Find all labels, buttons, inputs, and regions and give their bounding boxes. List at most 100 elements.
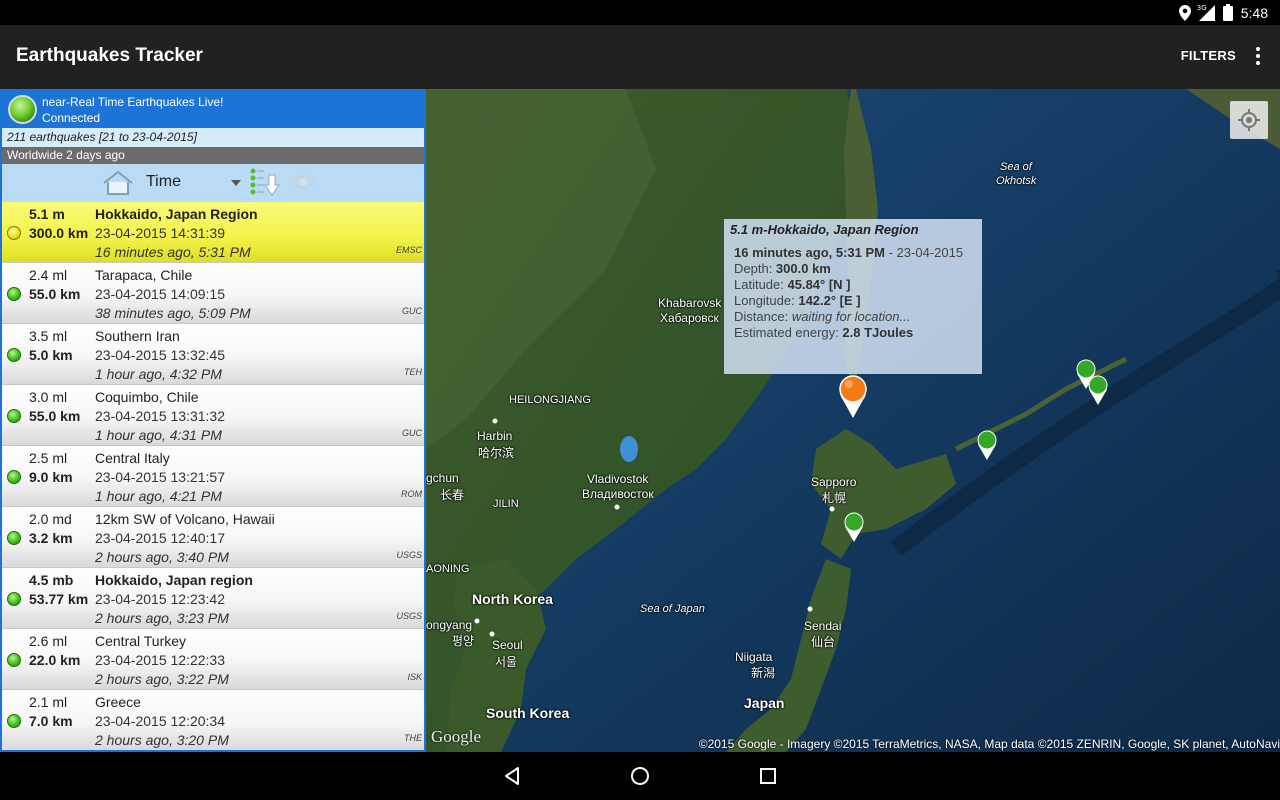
eye-icon[interactable] (288, 172, 318, 194)
recents-icon[interactable] (756, 764, 780, 788)
quake-marker[interactable] (1087, 375, 1109, 406)
my-location-button[interactable] (1230, 101, 1268, 139)
quake-datetime: 23-04-2015 12:23:42 (95, 591, 225, 607)
quake-datetime: 23-04-2015 12:22:33 (95, 652, 225, 668)
location-icon (1178, 4, 1191, 21)
dropdown-arrow-icon[interactable] (231, 180, 241, 186)
status-led-icon (7, 287, 21, 301)
quake-count: 211 earthquakes [21 to 23-04-2015] (2, 128, 424, 147)
clock: 5:48 (1240, 4, 1268, 21)
status-bar: 3G 5:48 (0, 0, 1280, 25)
quake-location: Central Turkey (95, 633, 187, 649)
quake-row[interactable]: 3.0 ml 55.0 km Coquimbo, Chile 23-04-2015 1… (2, 385, 424, 446)
earthquake-list[interactable]: 5.1 m 300.0 km Hokkaido, Japan Region 23-04… (2, 202, 424, 750)
status-led-icon (7, 409, 21, 423)
quake-time-ago: 1 hour ago, 4:32 PM (95, 366, 222, 382)
home-nav-icon[interactable] (628, 764, 652, 788)
quake-source: TEH (404, 367, 422, 377)
back-icon[interactable] (500, 764, 524, 788)
quake-source: GUC (402, 306, 422, 316)
info-title: 5.1 m-Hokkaido, Japan Region (730, 222, 919, 237)
google-logo: Google (431, 727, 482, 746)
sort-descending-icon[interactable] (248, 167, 282, 199)
info-distance: Distance: waiting for location... (734, 309, 911, 324)
sort-field-select[interactable]: Time (146, 173, 181, 191)
action-bar: Earthquakes Tracker FILTERS (0, 25, 1280, 89)
selected-status-led-icon (7, 226, 21, 240)
quake-magnitude: 4.5 mb (29, 572, 74, 588)
quake-location: Central Italy (95, 450, 170, 466)
quake-marker[interactable] (843, 512, 865, 543)
quake-datetime: 23-04-2015 13:21:57 (95, 469, 225, 485)
quake-magnitude: 2.1 ml (29, 694, 68, 710)
quake-location: Hokkaido, Japan region (95, 572, 253, 588)
quake-info-window[interactable]: 5.1 m-Hokkaido, Japan Region 16 minutes … (724, 219, 982, 374)
quake-location: Coquimbo, Chile (95, 389, 199, 405)
region-filter-text: Worldwide 2 days ago (2, 147, 424, 164)
quake-magnitude: 5.1 m (29, 206, 65, 222)
quake-time-ago: 2 hours ago, 3:20 PM (95, 732, 229, 748)
quake-depth: 55.0 km (29, 408, 81, 424)
battery-icon (1222, 4, 1233, 21)
status-led-icon (7, 653, 21, 667)
quake-location: Southern Iran (95, 328, 180, 344)
quake-depth: 5.0 km (29, 347, 73, 363)
info-energy: Estimated energy: 2.8 TJoules (734, 325, 914, 340)
quake-row[interactable]: 2.0 md 3.2 km 12km SW of Volcano, Hawaii 23… (2, 507, 424, 568)
quake-magnitude: 2.6 ml (29, 633, 68, 649)
navigation-bar (0, 752, 1280, 800)
network-type: 3G (1196, 3, 1207, 12)
quake-time-ago: 38 minutes ago, 5:09 PM (95, 305, 251, 321)
quake-magnitude: 3.0 ml (29, 389, 68, 405)
quake-row[interactable]: 5.1 m 300.0 km Hokkaido, Japan Region 23-04… (2, 202, 424, 263)
quake-depth: 3.2 km (29, 530, 73, 546)
connection-led-icon (8, 95, 37, 124)
home-icon[interactable] (102, 170, 134, 196)
quake-row[interactable]: 2.6 ml 22.0 km Central Turkey 23-04-2015 12… (2, 629, 424, 690)
quake-datetime: 23-04-2015 14:09:15 (95, 286, 225, 302)
quake-datetime: 23-04-2015 12:20:34 (95, 713, 225, 729)
info-time: 16 minutes ago, 5:31 PM - 23-04-2015 (734, 245, 964, 260)
quake-row[interactable]: 3.5 ml 5.0 km Southern Iran 23-04-2015 13:3… (2, 324, 424, 385)
status-led-icon (7, 348, 21, 362)
quake-source: THE (404, 733, 422, 743)
quake-depth: 55.0 km (29, 286, 81, 302)
quake-magnitude: 3.5 ml (29, 328, 68, 344)
quake-source: GUC (402, 428, 422, 438)
quake-row[interactable]: 2.5 ml 9.0 km Central Italy 23-04-2015 13:2… (2, 446, 424, 507)
quake-datetime: 23-04-2015 14:31:39 (95, 225, 225, 241)
selected-quake-marker[interactable] (837, 374, 869, 419)
info-depth: Depth: 300.0 km (734, 261, 831, 276)
quake-time-ago: 16 minutes ago, 5:31 PM (95, 244, 251, 260)
quake-magnitude: 2.4 ml (29, 267, 68, 283)
quake-time-ago: 2 hours ago, 3:23 PM (95, 610, 229, 626)
quake-location: Greece (95, 694, 141, 710)
quake-depth: 7.0 km (29, 713, 73, 729)
status-led-icon (7, 531, 21, 545)
quake-row[interactable]: 2.1 ml 7.0 km Greece 23-04-2015 12:20:34 2 h… (2, 690, 424, 750)
quake-location: Hokkaido, Japan Region (95, 206, 258, 222)
quake-source: USGS (396, 550, 422, 560)
quake-row[interactable]: 4.5 mb 53.77 km Hokkaido, Japan region 23-0… (2, 568, 424, 629)
quake-datetime: 23-04-2015 12:40:17 (95, 530, 225, 546)
feed-title: near-Real Time Earthquakes Live! (42, 95, 224, 109)
quake-marker[interactable] (976, 430, 998, 461)
quake-time-ago: 2 hours ago, 3:22 PM (95, 671, 229, 687)
sort-bar: Time (2, 164, 424, 202)
quake-magnitude: 2.5 ml (29, 450, 68, 466)
quake-row[interactable]: 2.4 ml 55.0 km Tarapaca, Chile 23-04-2015 1… (2, 263, 424, 324)
connection-status-bar: near-Real Time Earthquakes Live! Connect… (2, 91, 424, 128)
quake-source: ISK (407, 672, 422, 682)
filters-button[interactable]: FILTERS (1181, 48, 1236, 63)
quake-datetime: 23-04-2015 13:31:32 (95, 408, 225, 424)
crosshair-icon (1238, 109, 1260, 131)
quake-source: USGS (396, 611, 422, 621)
overflow-menu-icon[interactable] (1250, 47, 1266, 67)
quake-depth: 300.0 km (29, 225, 89, 241)
quake-location: 12km SW of Volcano, Hawaii (95, 511, 275, 527)
status-led-icon (7, 470, 21, 484)
map-view[interactable]: Sea of Okhotsk Khabarovsk Хабаровск HEIL… (426, 89, 1280, 752)
app-title: Earthquakes Tracker (16, 45, 203, 66)
quake-time-ago: 2 hours ago, 3:40 PM (95, 549, 229, 565)
status-led-icon (7, 592, 21, 606)
